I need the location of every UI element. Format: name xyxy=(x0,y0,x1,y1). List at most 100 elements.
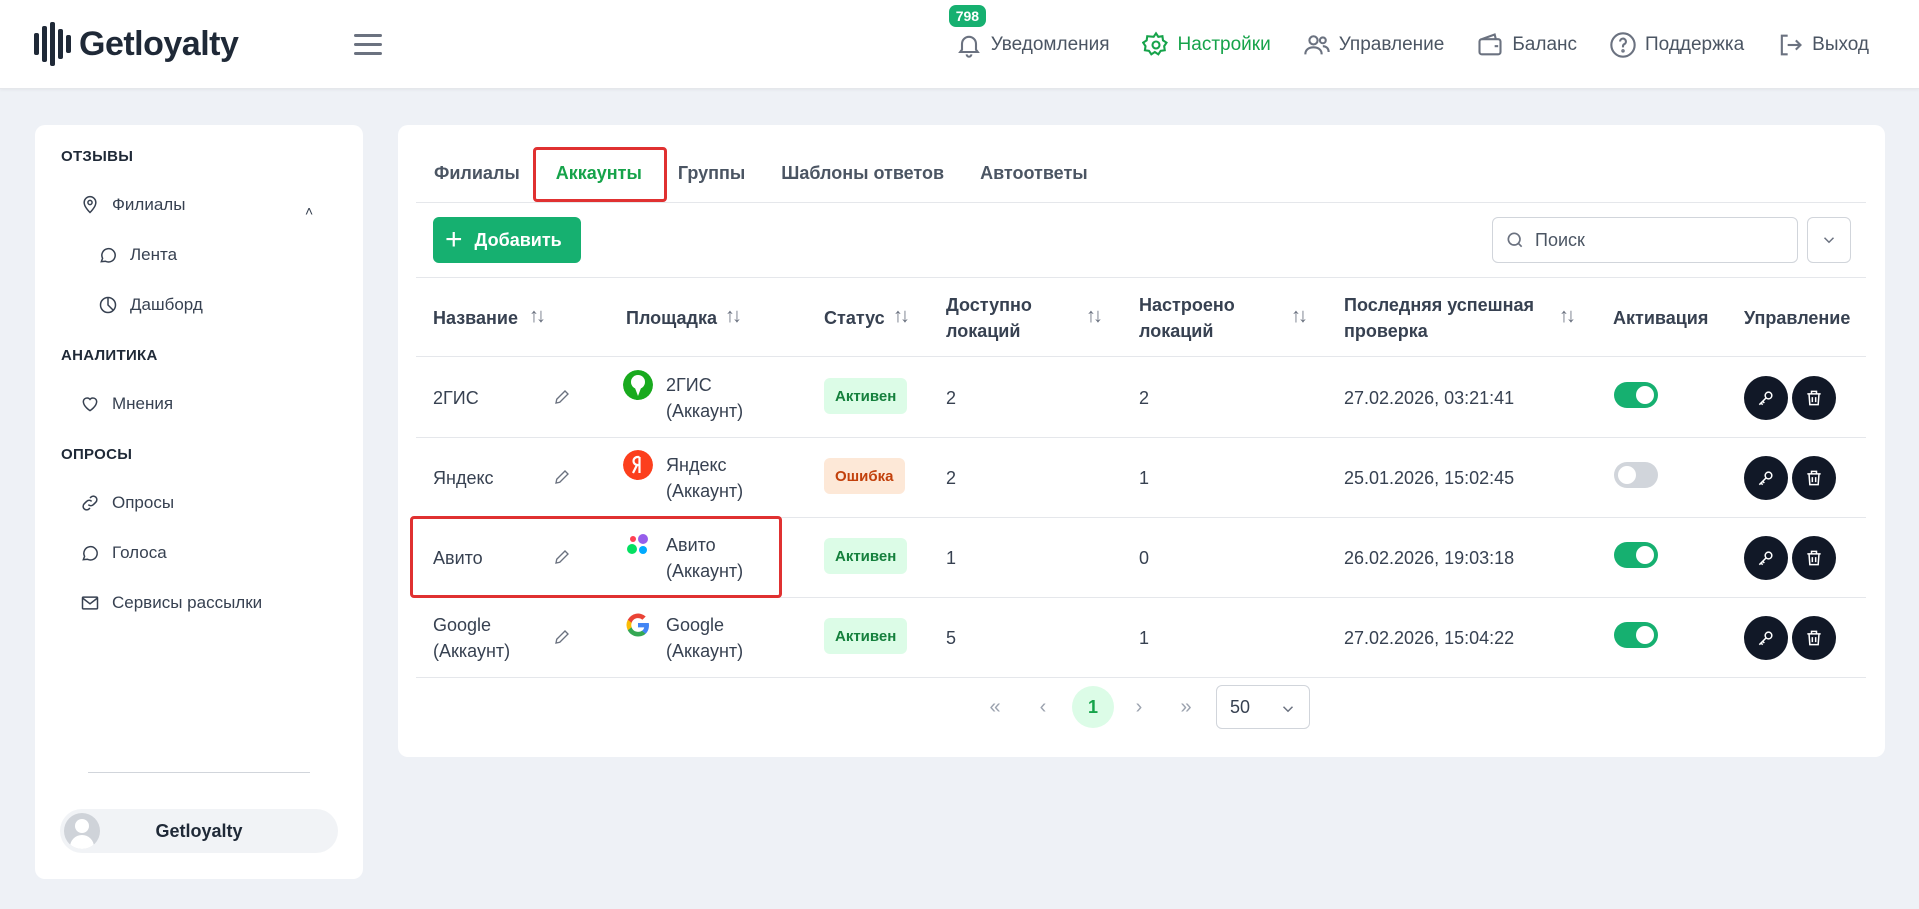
nav-logout[interactable]: Выход xyxy=(1776,31,1869,59)
edit-icon[interactable] xyxy=(553,548,571,566)
add-button[interactable]: + Добавить xyxy=(433,217,581,263)
key-button[interactable] xyxy=(1744,616,1788,660)
col-activation: Активация xyxy=(1613,308,1709,328)
col-configured: Настроено локаций xyxy=(1139,278,1235,358)
nav-management[interactable]: Управление xyxy=(1303,31,1444,59)
delete-button[interactable] xyxy=(1792,536,1836,580)
sort-icon[interactable]: ↑↓ xyxy=(1086,305,1103,328)
trash-icon xyxy=(1807,470,1821,486)
question-icon xyxy=(1610,31,1636,58)
col-last-check: Последняя успешная проверка xyxy=(1344,278,1534,358)
sort-icon[interactable]: ↑↓ xyxy=(893,305,910,328)
sidebar-item-surveys[interactable]: Опросы xyxy=(80,493,174,513)
logo[interactable]: Getloyalty xyxy=(34,22,239,66)
page-prev-button[interactable]: ‹ xyxy=(1028,685,1058,729)
table-row: 2ГИС 2ГИС (Аккаунт) Активен 2 2 27.02.20… xyxy=(416,358,1866,438)
tabs: Филиалы Аккаунты Группы Шаблоны ответов … xyxy=(416,145,1866,203)
tab-accounts[interactable]: Аккаунты xyxy=(538,146,660,202)
table-row: Авито Авито (Аккаунт) Активен 1 0 26.02.… xyxy=(416,518,1866,598)
col-name: Название xyxy=(433,308,518,328)
page-first-button[interactable]: « xyxy=(980,685,1010,729)
activation-toggle[interactable] xyxy=(1614,382,1658,408)
sidebar-item-branches[interactable]: Филиалы xyxy=(80,195,185,215)
cell-configured: 0 xyxy=(1139,548,1150,568)
edit-icon[interactable] xyxy=(553,468,571,486)
key-button[interactable] xyxy=(1744,456,1788,500)
page-next-button[interactable]: › xyxy=(1124,685,1154,729)
cell-available: 2 xyxy=(946,468,957,488)
link-icon xyxy=(82,495,98,511)
sidebar-item-dashboard[interactable]: Дашборд xyxy=(98,295,203,315)
nav-notifications[interactable]: 798 Уведомления xyxy=(948,4,1110,59)
tab-branches[interactable]: Филиалы xyxy=(416,146,538,202)
search-input[interactable] xyxy=(1535,229,1775,251)
cell-available: 5 xyxy=(946,628,957,648)
sort-icon[interactable]: ↑↓ xyxy=(725,305,742,328)
activation-toggle[interactable] xyxy=(1614,462,1658,488)
cell-platform-line1: 2ГИС xyxy=(666,375,712,395)
per-page-select[interactable]: 50 xyxy=(1216,685,1310,729)
google-icon xyxy=(626,613,649,637)
status-badge: Ошибка xyxy=(824,458,905,494)
delete-button[interactable] xyxy=(1792,376,1836,420)
sort-icon[interactable]: ↑↓ xyxy=(1291,305,1308,328)
cell-configured: 2 xyxy=(1139,388,1150,408)
delete-button[interactable] xyxy=(1792,616,1836,660)
col-configured-line1: Настроено xyxy=(1139,295,1235,315)
wallet-icon xyxy=(1478,32,1502,55)
nav-balance[interactable]: Баланс xyxy=(1476,31,1577,59)
tab-autoreplies[interactable]: Автоответы xyxy=(962,146,1106,202)
cell-platform-line1: Google xyxy=(666,615,725,635)
cell-platform-line1: Авито xyxy=(666,535,716,555)
cell-last-check: 25.01.2026, 15:02:45 xyxy=(1344,468,1515,488)
sidebar-item-votes[interactable]: Голоса xyxy=(80,543,167,563)
page-current[interactable]: 1 xyxy=(1072,686,1114,728)
logout-icon xyxy=(1780,34,1803,55)
key-icon xyxy=(1758,391,1773,406)
plus-icon: + xyxy=(445,223,463,256)
nav-support[interactable]: Поддержка xyxy=(1609,31,1744,59)
nav-settings[interactable]: Настройки xyxy=(1141,30,1271,59)
2gis-icon xyxy=(623,370,653,400)
key-button[interactable] xyxy=(1744,536,1788,580)
chevron-down-icon xyxy=(1282,706,1294,713)
map-pin-icon xyxy=(83,195,97,214)
sidebar-item-label: Голоса xyxy=(112,543,167,562)
sidebar-item-mailing[interactable]: Сервисы рассылки xyxy=(80,593,262,613)
tab-reply-templates[interactable]: Шаблоны ответов xyxy=(763,146,962,202)
sort-icon[interactable]: ↑↓ xyxy=(529,305,546,328)
user-profile[interactable]: Getloyalty xyxy=(60,809,338,853)
nav-settings-label: Настройки xyxy=(1177,33,1271,55)
edit-icon[interactable] xyxy=(553,628,571,646)
cell-configured: 1 xyxy=(1139,468,1150,488)
main-card: Филиалы Аккаунты Группы Шаблоны ответов … xyxy=(398,125,1885,757)
sidebar-item-label: Дашборд xyxy=(130,295,203,314)
cell-platform-line2: (Аккаунт) xyxy=(666,481,744,501)
notifications-badge: 798 xyxy=(948,4,987,27)
sort-icon[interactable]: ↑↓ xyxy=(1559,305,1576,328)
key-icon xyxy=(1758,551,1773,566)
cell-name: Яндекс xyxy=(433,468,494,488)
activation-toggle[interactable] xyxy=(1614,622,1658,648)
cell-last-check: 27.02.2026, 03:21:41 xyxy=(1344,388,1515,408)
tab-groups[interactable]: Группы xyxy=(660,146,763,202)
cell-platform-line2: (Аккаунт) xyxy=(666,561,744,581)
delete-button[interactable] xyxy=(1792,456,1836,500)
chevron-down-icon xyxy=(1823,237,1835,244)
cell-name-line1: Google xyxy=(433,615,492,635)
per-page-value: 50 xyxy=(1230,696,1251,717)
section-title-surveys: ОПРОСЫ xyxy=(61,446,133,463)
sidebar-item-feed[interactable]: Лента xyxy=(98,245,177,265)
activation-toggle[interactable] xyxy=(1614,542,1658,568)
cell-platform: Google (Аккаунт) xyxy=(666,598,743,678)
nav-notifications-label: Уведомления xyxy=(990,33,1110,55)
key-button[interactable] xyxy=(1744,376,1788,420)
edit-icon[interactable] xyxy=(553,388,571,406)
filter-dropdown-button[interactable] xyxy=(1807,217,1851,263)
page-last-button[interactable]: » xyxy=(1171,685,1201,729)
sidebar-item-opinions[interactable]: Мнения xyxy=(80,394,173,414)
chevron-up-icon[interactable]: ˄ xyxy=(305,203,313,219)
heart-icon xyxy=(82,397,98,412)
cell-platform-line1: Яндекс xyxy=(666,455,727,475)
menu-toggle-button[interactable] xyxy=(354,34,382,56)
